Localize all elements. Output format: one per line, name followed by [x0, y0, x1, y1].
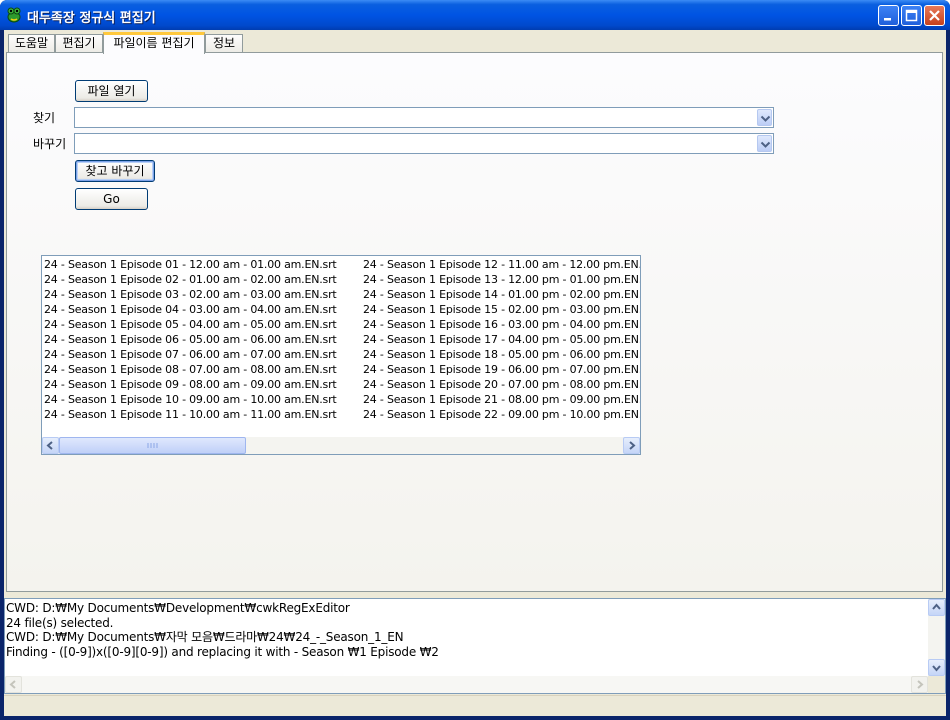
title-bar[interactable]: 대두족장 정규식 편집기: [0, 0, 950, 30]
log-line: Finding - ([0-9])x([0-9][0-9]) and repla…: [6, 644, 439, 659]
list-item[interactable]: 24 - Season 1 Episode 09 - 08.00 am - 09…: [44, 377, 362, 392]
arrow-left-icon: [46, 441, 53, 450]
log-line: CWD: D:₩My Documents₩자막 모음₩드라마₩24₩24_-_S…: [6, 630, 404, 644]
go-button[interactable]: Go: [75, 188, 148, 210]
status-bar: [4, 695, 946, 716]
file-list-horizontal-scrollbar[interactable]: [42, 437, 640, 454]
list-item[interactable]: 24 - Season 1 Episode 02 - 01.00 am - 02…: [44, 272, 362, 287]
frog-app-icon[interactable]: [5, 6, 23, 24]
log-vertical-scrollbar[interactable]: [928, 599, 945, 676]
app-window: 대두족장 정규식 편집기 도움말 편집기 파일이름 편집기 정보 파일 열기 찾…: [0, 0, 950, 720]
replace-combobox[interactable]: [74, 133, 774, 154]
find-combobox[interactable]: [74, 107, 774, 128]
list-item[interactable]: 24 - Season 1 Episode 22 - 09.00 pm - 10…: [363, 407, 640, 422]
file-list-column-1: 24 - Season 1 Episode 01 - 12.00 am - 01…: [44, 257, 362, 422]
list-item[interactable]: 24 - Season 1 Episode 14 - 01.00 pm - 02…: [363, 287, 640, 302]
list-item[interactable]: 24 - Season 1 Episode 08 - 07.00 am - 08…: [44, 362, 362, 377]
find-and-replace-button[interactable]: 찾고 바꾸기: [75, 160, 155, 182]
client-area: 도움말 편집기 파일이름 편집기 정보 파일 열기 찾기 바꾸기 찾고 바꾸기: [4, 30, 946, 716]
scroll-down-button[interactable]: [928, 659, 945, 676]
list-item[interactable]: 24 - Season 1 Episode 11 - 10.00 am - 11…: [44, 407, 362, 422]
arrow-down-icon: [932, 665, 941, 672]
find-label: 찾기: [33, 111, 56, 125]
list-item[interactable]: 24 - Season 1 Episode 06 - 05.00 am - 06…: [44, 332, 362, 347]
list-item[interactable]: 24 - Season 1 Episode 19 - 06.00 pm - 07…: [363, 362, 640, 377]
scroll-up-button[interactable]: [928, 599, 945, 616]
maximize-icon: [905, 9, 918, 22]
minimize-button[interactable]: [878, 5, 899, 26]
arrow-right-icon: [917, 680, 924, 689]
scroll-thumb[interactable]: [59, 437, 246, 454]
list-item[interactable]: 24 - Season 1 Episode 05 - 04.00 am - 05…: [44, 317, 362, 332]
log-line: CWD: D:₩My Documents₩Development₩cwkRegE…: [6, 601, 350, 615]
list-item[interactable]: 24 - Season 1 Episode 04 - 03.00 am - 04…: [44, 302, 362, 317]
minimize-icon: [884, 18, 891, 21]
list-item[interactable]: 24 - Season 1 Episode 13 - 12.00 pm - 01…: [363, 272, 640, 287]
replace-dropdown-button[interactable]: [757, 135, 772, 152]
tab-help[interactable]: 도움말: [8, 34, 55, 53]
file-list[interactable]: 24 - Season 1 Episode 01 - 12.00 am - 01…: [41, 255, 641, 455]
tab-editor[interactable]: 편집기: [55, 34, 103, 53]
list-item[interactable]: 24 - Season 1 Episode 20 - 07.00 pm - 08…: [363, 377, 640, 392]
chevron-down-icon: [760, 141, 771, 148]
open-file-button[interactable]: 파일 열기: [75, 80, 148, 102]
tab-info[interactable]: 정보: [205, 34, 243, 53]
maximize-button[interactable]: [901, 5, 922, 26]
chevron-down-icon: [760, 115, 771, 122]
tab-filename-editor[interactable]: 파일이름 편집기: [103, 32, 205, 54]
log-horizontal-scrollbar[interactable]: [5, 676, 928, 693]
scrollbar-corner: [928, 676, 945, 693]
replace-label: 바꾸기: [33, 137, 67, 151]
arrow-up-icon: [932, 603, 941, 610]
find-dropdown-button[interactable]: [757, 109, 772, 126]
log-output[interactable]: CWD: D:₩My Documents₩Development₩cwkRegE…: [4, 598, 946, 694]
log-line: 24 file(s) selected.: [6, 615, 114, 630]
scroll-left-button[interactable]: [5, 676, 22, 693]
list-item[interactable]: 24 - Season 1 Episode 03 - 02.00 am - 03…: [44, 287, 362, 302]
filename-editor-pane: 파일 열기 찾기 바꾸기 찾고 바꾸기 Go 24 - Season 1 Epi…: [6, 52, 943, 592]
list-item[interactable]: 24 - Season 1 Episode 15 - 02.00 pm - 03…: [363, 302, 640, 317]
arrow-left-icon: [9, 680, 16, 689]
file-list-column-2: 24 - Season 1 Episode 12 - 11.00 am - 12…: [363, 257, 640, 422]
close-button[interactable]: [924, 5, 945, 26]
arrow-right-icon: [629, 441, 636, 450]
list-item[interactable]: 24 - Season 1 Episode 17 - 04.00 pm - 05…: [363, 332, 640, 347]
window-title: 대두족장 정규식 편집기: [27, 11, 156, 26]
scroll-left-button[interactable]: [42, 437, 59, 454]
list-item[interactable]: 24 - Season 1 Episode 10 - 09.00 am - 10…: [44, 392, 362, 407]
list-item[interactable]: 24 - Season 1 Episode 07 - 06.00 am - 07…: [44, 347, 362, 362]
list-item[interactable]: 24 - Season 1 Episode 21 - 08.00 pm - 09…: [363, 392, 640, 407]
list-item[interactable]: 24 - Season 1 Episode 18 - 05.00 pm - 06…: [363, 347, 640, 362]
log-text: CWD: D:₩My Documents₩Development₩cwkRegE…: [6, 601, 439, 659]
scroll-right-button[interactable]: [623, 437, 640, 454]
list-item[interactable]: 24 - Season 1 Episode 12 - 11.00 am - 12…: [363, 257, 640, 272]
close-icon: [929, 10, 940, 21]
scroll-right-button[interactable]: [911, 676, 928, 693]
list-item[interactable]: 24 - Season 1 Episode 01 - 12.00 am - 01…: [44, 257, 362, 272]
list-item[interactable]: 24 - Season 1 Episode 16 - 03.00 pm - 04…: [363, 317, 640, 332]
